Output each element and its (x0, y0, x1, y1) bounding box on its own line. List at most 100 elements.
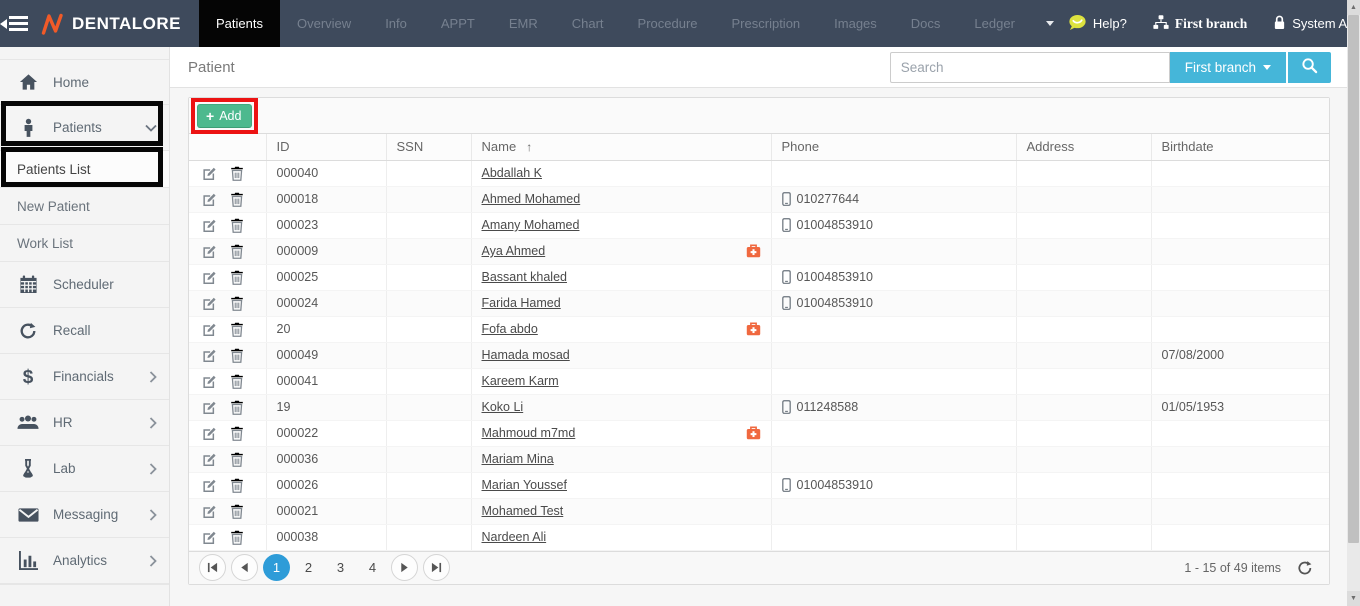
search-input[interactable] (890, 52, 1170, 83)
patient-name-link[interactable]: Kareem Karm (482, 374, 559, 388)
edit-icon[interactable] (202, 426, 217, 441)
brand[interactable]: DENTALORE (28, 0, 199, 47)
scroll-up-button[interactable]: ▲ (1347, 0, 1360, 15)
edit-icon[interactable] (202, 270, 217, 285)
patient-name-link[interactable]: Bassant khaled (482, 270, 567, 284)
sidebar-item-scheduler[interactable]: Scheduler (0, 262, 169, 308)
table-row[interactable]: 20 Fofa abdo (189, 316, 1329, 342)
sidebar-item-recall[interactable]: Recall (0, 308, 169, 354)
page-number-4[interactable]: 4 (359, 554, 386, 581)
table-row[interactable]: 000024 Farida Hamed 01004853910 (189, 290, 1329, 316)
trash-icon[interactable] (230, 426, 244, 441)
last-page-button[interactable] (423, 554, 450, 581)
edit-icon[interactable] (202, 218, 217, 233)
patient-name-link[interactable]: Amany Mohamed (482, 218, 580, 232)
column-header-phone[interactable]: Phone (771, 134, 1016, 160)
sidebar-item-financials[interactable]: $ Financials (0, 354, 169, 400)
sidebar-item-analytics[interactable]: Analytics (0, 538, 169, 584)
tab-docs[interactable]: Docs (894, 0, 958, 47)
edit-icon[interactable] (202, 192, 217, 207)
trash-icon[interactable] (230, 270, 244, 285)
table-row[interactable]: 000009 Aya Ahmed (189, 238, 1329, 264)
patient-name-link[interactable]: Nardeen Ali (482, 530, 547, 544)
edit-icon[interactable] (202, 504, 217, 519)
scroll-down-button[interactable]: ▼ (1347, 591, 1360, 606)
edit-icon[interactable] (202, 322, 217, 337)
trash-icon[interactable] (230, 452, 244, 467)
sidebar-item-lab[interactable]: Lab (0, 446, 169, 492)
patient-name-link[interactable]: Koko Li (482, 400, 524, 414)
sidebar-item-messaging[interactable]: Messaging (0, 492, 169, 538)
table-row[interactable]: 000021 Mohamed Test (189, 498, 1329, 524)
patient-name-link[interactable]: Marian Youssef (482, 478, 567, 492)
trash-icon[interactable] (230, 374, 244, 389)
sidebar-item-home[interactable]: Home (0, 59, 169, 105)
column-header-id[interactable]: ID (266, 134, 386, 160)
page-number-1[interactable]: 1 (263, 554, 290, 581)
tab-overview[interactable]: Overview (280, 0, 368, 47)
patient-name-link[interactable]: Hamada mosad (482, 348, 570, 362)
edit-icon[interactable] (202, 452, 217, 467)
edit-icon[interactable] (202, 400, 217, 415)
next-page-button[interactable] (391, 554, 418, 581)
sidebar-item-patients[interactable]: Patients (0, 105, 169, 151)
patient-name-link[interactable]: Mariam Mina (482, 452, 554, 466)
trash-icon[interactable] (230, 478, 244, 493)
refresh-icon[interactable] (1297, 560, 1313, 576)
column-header-birthdate[interactable]: Birthdate (1151, 134, 1329, 160)
trash-icon[interactable] (230, 218, 244, 233)
tab-prescription[interactable]: Prescription (715, 0, 818, 47)
edit-icon[interactable] (202, 478, 217, 493)
column-header-ssn[interactable]: SSN (386, 134, 471, 160)
table-row[interactable]: 000023 Amany Mohamed 01004853910 (189, 212, 1329, 238)
patient-name-link[interactable]: Mohamed Test (482, 504, 564, 518)
search-button[interactable] (1288, 52, 1331, 83)
trash-icon[interactable] (230, 530, 244, 545)
tab-ledger[interactable]: Ledger (957, 0, 1031, 47)
sidebar-item-patients-list[interactable]: Patients List (0, 151, 169, 188)
page-number-3[interactable]: 3 (327, 554, 354, 581)
first-page-button[interactable] (199, 554, 226, 581)
column-header-name[interactable]: Name↑ (471, 134, 771, 160)
trash-icon[interactable] (230, 504, 244, 519)
vertical-scrollbar[interactable]: ▲ ▼ (1347, 0, 1360, 606)
patient-name-link[interactable]: Aya Ahmed (482, 244, 546, 258)
scrollbar-thumb[interactable] (1348, 15, 1359, 543)
trash-icon[interactable] (230, 244, 244, 259)
table-row[interactable]: 000026 Marian Youssef 01004853910 (189, 472, 1329, 498)
table-row[interactable]: 000025 Bassant khaled 01004853910 (189, 264, 1329, 290)
patient-name-link[interactable]: Farida Hamed (482, 296, 561, 310)
sidebar-item-new-patient[interactable]: New Patient (0, 188, 169, 225)
patient-name-link[interactable]: Fofa abdo (482, 322, 538, 336)
add-patient-button[interactable]: + Add (197, 104, 252, 128)
trash-icon[interactable] (230, 296, 244, 311)
tab-procedure[interactable]: Procedure (621, 0, 715, 47)
tab-patients[interactable]: Patients (199, 0, 280, 47)
edit-icon[interactable] (202, 530, 217, 545)
table-row[interactable]: 000040 Abdallah K (189, 160, 1329, 186)
table-row[interactable]: 000041 Kareem Karm (189, 368, 1329, 394)
tab-chart[interactable]: Chart (555, 0, 621, 47)
sidebar-item-hr[interactable]: HR (0, 400, 169, 446)
sidebar-collapse-button[interactable] (0, 0, 28, 47)
table-row[interactable]: 000036 Mariam Mina (189, 446, 1329, 472)
patient-name-link[interactable]: Mahmoud m7md (482, 426, 576, 440)
sidebar-item-work-list[interactable]: Work List (0, 225, 169, 262)
table-row[interactable]: 000018 Ahmed Mohamed 010277644 (189, 186, 1329, 212)
table-row[interactable]: 19 Koko Li 011248588 01/05/1953 (189, 394, 1329, 420)
more-tabs-dropdown[interactable] (1032, 0, 1068, 47)
patient-name-link[interactable]: Abdallah K (482, 166, 542, 180)
trash-icon[interactable] (230, 166, 244, 181)
help-link[interactable]: Help? (1068, 14, 1127, 34)
tab-emr[interactable]: EMR (492, 0, 555, 47)
edit-icon[interactable] (202, 296, 217, 311)
tab-images[interactable]: Images (817, 0, 894, 47)
tab-appt[interactable]: APPT (424, 0, 492, 47)
table-row[interactable]: 000038 Nardeen Ali (189, 524, 1329, 550)
edit-icon[interactable] (202, 166, 217, 181)
branch-filter-button[interactable]: First branch (1170, 52, 1286, 83)
trash-icon[interactable] (230, 348, 244, 363)
branch-indicator[interactable]: First branch (1153, 15, 1247, 33)
page-number-2[interactable]: 2 (295, 554, 322, 581)
column-header-address[interactable]: Address (1016, 134, 1151, 160)
